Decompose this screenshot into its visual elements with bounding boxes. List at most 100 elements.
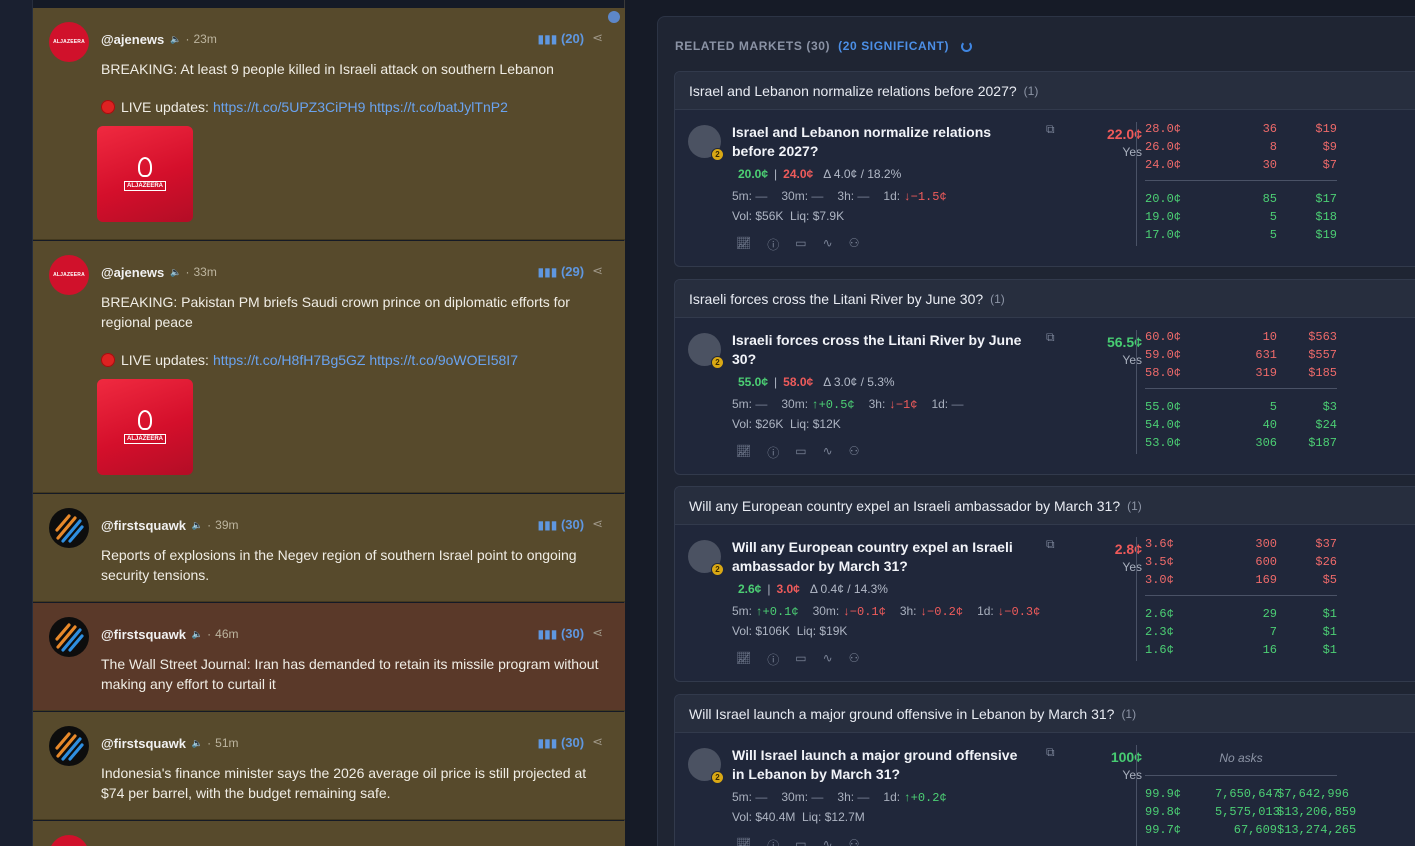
- ask-row[interactable]: 3.5¢ 600 $26: [1145, 553, 1337, 571]
- related-count-button[interactable]: ▮▮▮ (30): [538, 735, 585, 750]
- bid-row[interactable]: 54.0¢ 40 $24: [1145, 416, 1337, 434]
- bid-row[interactable]: 17.0¢ 5 $19: [1145, 226, 1337, 244]
- related-count-button[interactable]: ▮▮▮ (30): [538, 517, 585, 532]
- bid-row[interactable]: 1.6¢ 16 $1: [1145, 641, 1337, 659]
- tweet-item[interactable]: [33, 821, 625, 846]
- bid-row[interactable]: 99.9¢ 7,650,647 $7,642,996: [1145, 785, 1349, 803]
- market-group-header[interactable]: Israeli forces cross the Litani River by…: [675, 280, 1415, 318]
- ask-row[interactable]: 3.0¢ 169 $5: [1145, 571, 1337, 589]
- tweet-image[interactable]: ALJAZEERA: [97, 126, 193, 222]
- bid-row[interactable]: 99.8¢ 5,575,013 $13,206,859: [1145, 803, 1356, 821]
- tweet-item[interactable]: ALJAZEERA @ajenews 🔈 · 23m ▮▮▮ (20) ⋖ BR…: [33, 8, 625, 240]
- price-separator: |: [774, 167, 778, 181]
- related-count-button[interactable]: ▮▮▮ (30): [538, 626, 585, 641]
- users-icon[interactable]: ⚇: [849, 837, 860, 846]
- ask-row[interactable]: 59.0¢ 631 $557: [1145, 346, 1337, 364]
- speaker-icon[interactable]: 🔈: [170, 267, 181, 278]
- users-icon[interactable]: ⚇: [849, 236, 860, 253]
- info-icon[interactable]: ⓘ: [767, 236, 779, 253]
- tweet-handle[interactable]: @firstsquawk: [101, 518, 186, 533]
- tweet-text: BREAKING: At least 9 people killed in Is…: [101, 61, 554, 77]
- tweet-links[interactable]: https://t.co/H8fH7Bg5GZ https://t.co/9oW…: [213, 352, 518, 368]
- spread: Δ 4.0¢ / 18.2%: [823, 167, 902, 181]
- ask-row[interactable]: 3.6¢ 300 $37: [1145, 535, 1337, 553]
- avatar[interactable]: ALJAZEERA: [49, 22, 89, 62]
- chart-icon[interactable]: 📈︎: [736, 236, 751, 253]
- related-count-button[interactable]: ▮▮▮ (29): [538, 264, 585, 279]
- speaker-icon[interactable]: 🔈: [192, 629, 203, 640]
- tweet-live-line: LIVE updates: https://t.co/5UPZ3CiPH9 ht…: [101, 99, 508, 115]
- avatar[interactable]: [49, 726, 89, 766]
- bid-row[interactable]: 20.0¢ 85 $17: [1145, 190, 1337, 208]
- share-icon[interactable]: ⋖: [592, 30, 603, 46]
- market-question[interactable]: Will any European country expel an Israe…: [732, 538, 1032, 576]
- users-icon[interactable]: ⚇: [849, 651, 860, 668]
- comment-icon[interactable]: ▭: [795, 236, 806, 253]
- bid-row[interactable]: 55.0¢ 5 $3: [1145, 398, 1337, 416]
- ask-row[interactable]: 60.0¢ 10 $563: [1145, 328, 1337, 346]
- bid-row[interactable]: 2.3¢ 7 $1: [1145, 623, 1337, 641]
- tweet-links[interactable]: https://t.co/5UPZ3CiPH9 https://t.co/bat…: [213, 99, 508, 115]
- avatar[interactable]: [49, 508, 89, 548]
- speaker-icon[interactable]: 🔈: [170, 34, 181, 45]
- info-icon[interactable]: ⓘ: [767, 837, 779, 846]
- market-question[interactable]: Will Israel launch a major ground offens…: [732, 746, 1032, 784]
- share-icon[interactable]: ⋖: [592, 625, 603, 641]
- comment-icon[interactable]: ▭: [795, 651, 806, 668]
- chart-icon[interactable]: 📈︎: [736, 444, 751, 461]
- chart-icon[interactable]: 📈︎: [736, 837, 751, 846]
- related-count-button[interactable]: ▮▮▮ (20): [538, 31, 585, 46]
- bid-row[interactable]: 2.6¢ 29 $1: [1145, 605, 1337, 623]
- market-card: Will Israel launch a major ground offens…: [674, 694, 1415, 846]
- tweet-item[interactable]: @firstsquawk 🔈 · 39m ▮▮▮ (30) ⋖ Reports …: [33, 494, 625, 602]
- market-group-header[interactable]: Will any European country expel an Israe…: [675, 487, 1415, 525]
- tweet-image[interactable]: ALJAZEERA: [97, 379, 193, 475]
- bid-row[interactable]: 19.0¢ 5 $18: [1145, 208, 1337, 226]
- market-group-title: Will any European country expel an Israe…: [689, 497, 1121, 514]
- avatar[interactable]: [49, 617, 89, 657]
- info-icon[interactable]: ⓘ: [767, 651, 779, 668]
- bid-row[interactable]: 53.0¢ 306 $187: [1145, 434, 1337, 452]
- share-icon[interactable]: ⋖: [592, 516, 603, 532]
- market-group-header[interactable]: Israel and Lebanon normalize relations b…: [675, 72, 1415, 110]
- tweet-handle[interactable]: @ajenews: [101, 265, 164, 280]
- share-icon[interactable]: ⋖: [592, 263, 603, 279]
- speaker-icon[interactable]: 🔈: [192, 738, 203, 749]
- market-group-header[interactable]: Will Israel launch a major ground offens…: [675, 695, 1415, 733]
- ask-row[interactable]: 26.0¢ 8 $9: [1145, 138, 1337, 156]
- bid-row[interactable]: 99.7¢ 67,609 $13,274,265: [1145, 821, 1356, 839]
- external-link-icon[interactable]: ⧉: [1046, 537, 1055, 552]
- activity-icon[interactable]: ∿: [823, 837, 833, 846]
- users-icon[interactable]: ⚇: [849, 444, 860, 461]
- tweet-item[interactable]: @firstsquawk 🔈 · 46m ▮▮▮ (30) ⋖ The Wall…: [33, 603, 625, 711]
- info-icon[interactable]: ⓘ: [767, 444, 779, 461]
- external-link-icon[interactable]: ⧉: [1046, 330, 1055, 345]
- speaker-icon[interactable]: 🔈: [192, 520, 203, 531]
- external-link-icon[interactable]: ⧉: [1046, 745, 1055, 760]
- market-row[interactable]: 2 Will any European country expel an Isra…: [675, 525, 1415, 675]
- tweet-handle[interactable]: @firstsquawk: [101, 627, 186, 642]
- market-question[interactable]: Israel and Lebanon normalize relations b…: [732, 123, 1032, 161]
- avatar[interactable]: [49, 835, 89, 846]
- ask-row[interactable]: 28.0¢ 36 $19: [1145, 120, 1337, 138]
- comment-icon[interactable]: ▭: [795, 444, 806, 461]
- ask-row[interactable]: 24.0¢ 30 $7: [1145, 156, 1337, 174]
- tweet-item[interactable]: ALJAZEERA @ajenews 🔈 · 33m ▮▮▮ (29) ⋖ BR…: [33, 241, 625, 493]
- market-question[interactable]: Israeli forces cross the Litani River by…: [732, 331, 1032, 369]
- activity-icon[interactable]: ∿: [823, 651, 833, 668]
- activity-icon[interactable]: ∿: [823, 236, 833, 253]
- chart-icon[interactable]: 📈︎: [736, 651, 751, 668]
- comment-icon[interactable]: ▭: [795, 837, 806, 846]
- market-row[interactable]: 2 Israeli forces cross the Litani River b…: [675, 318, 1415, 468]
- avatar[interactable]: ALJAZEERA: [49, 255, 89, 295]
- ask-row[interactable]: 58.0¢ 319 $185: [1145, 364, 1337, 382]
- activity-icon[interactable]: ∿: [823, 444, 833, 461]
- significant-count[interactable]: (20 SIGNIFICANT): [838, 39, 949, 53]
- share-icon[interactable]: ⋖: [592, 734, 603, 750]
- market-row[interactable]: 2 Israel and Lebanon normalize relations …: [675, 110, 1415, 260]
- tweet-item[interactable]: @firstsquawk 🔈 · 51m ▮▮▮ (30) ⋖ Indonesi…: [33, 712, 625, 820]
- tweet-handle[interactable]: @ajenews: [101, 32, 164, 47]
- market-row[interactable]: 2 Will Israel launch a major ground offen…: [675, 733, 1415, 846]
- external-link-icon[interactable]: ⧉: [1046, 122, 1055, 137]
- tweet-handle[interactable]: @firstsquawk: [101, 736, 186, 751]
